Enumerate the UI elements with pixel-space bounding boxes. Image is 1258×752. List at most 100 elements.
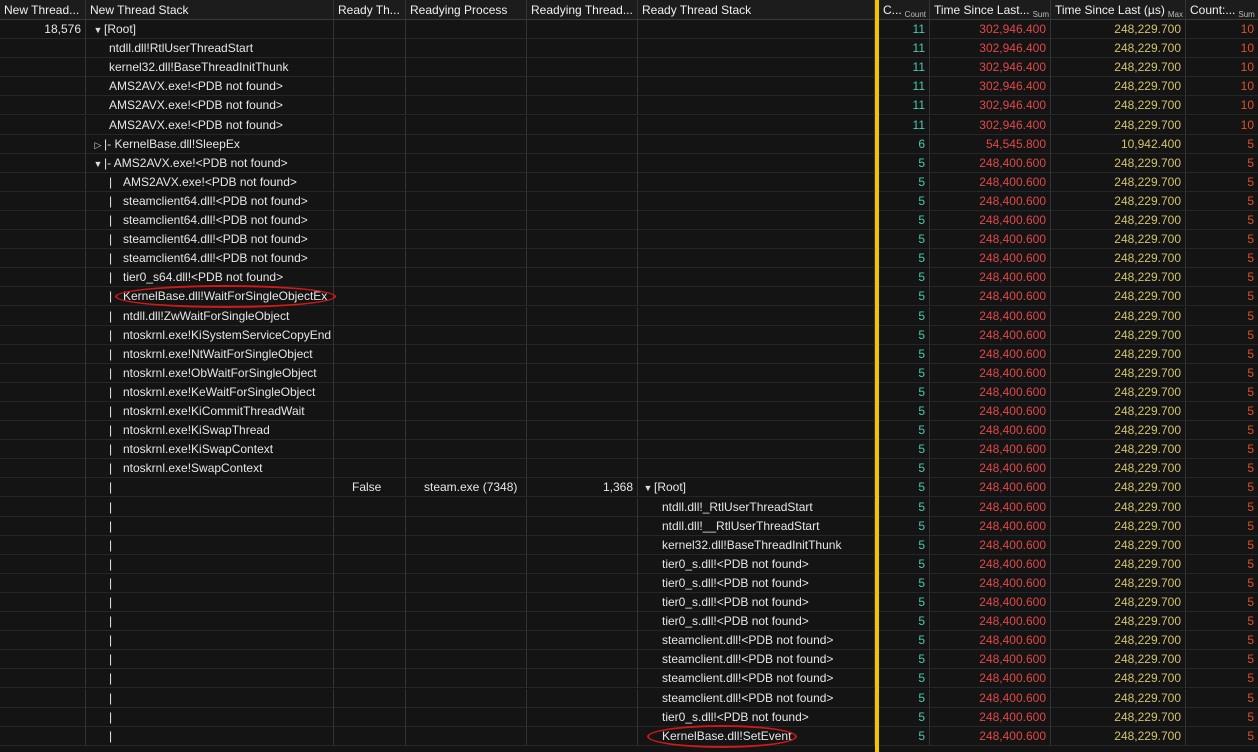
ready-thread-cell — [334, 421, 406, 441]
new-thread-stack-cell: | — [86, 535, 334, 555]
new-thread-cell — [0, 172, 86, 192]
table-row[interactable]: | KernelBase.dll!WaitForSingleObjectEx 5 24… — [0, 287, 1258, 307]
ready-thread-cell — [334, 440, 406, 460]
readying-process-cell — [406, 631, 527, 651]
table-row[interactable]: | tier0_s.dll!<PDB not found> 5 248,400.600… — [0, 593, 1258, 612]
expand-toggle-icon[interactable]: ▼ — [92, 155, 104, 172]
table-row[interactable]: | tier0_s.dll!<PDB not found> 5 248,400.600… — [0, 554, 1258, 574]
time-max-cell: 248,229.700 — [1051, 191, 1186, 211]
stack-frame-label: ntdll.dll!ZwWaitForSingleObject — [123, 308, 290, 323]
readying-process-cell — [406, 459, 527, 479]
stack-frame-label: |- AMS2AVX.exe!<PDB not found> — [104, 155, 288, 170]
table-row[interactable]: 18,576 ▼ [Root] 11 302,946.400 248,229.700 10 — [0, 20, 1258, 39]
stack-frame-label: AMS2AVX.exe!<PDB not found> — [109, 98, 283, 113]
header-ready-thread-stack[interactable]: Ready Thread Stack — [638, 0, 875, 20]
table-row[interactable]: | ntdll.dll!_RtlUserThreadStart 5 248,400.6… — [0, 497, 1258, 517]
table-row[interactable]: | AMS2AVX.exe!<PDB not found> 5 248,400.600… — [0, 172, 1258, 192]
table-row[interactable]: | tier0_s.dll!<PDB not found> 5 248,400.600… — [0, 707, 1258, 727]
ready-thread-cell — [334, 96, 406, 116]
ready-thread-stack-cell — [638, 153, 875, 173]
expand-toggle-icon[interactable]: ▼ — [92, 21, 104, 38]
table-row[interactable]: | steamclient64.dll!<PDB not found> 5 248,4… — [0, 249, 1258, 269]
table-row[interactable]: | ntoskrnl.exe!KiSwapContext 5 248,400.600 2… — [0, 440, 1258, 460]
new-thread-stack-cell: | — [86, 497, 334, 517]
header-readying-process[interactable]: Readying Process — [406, 0, 527, 20]
ready-thread-stack-cell — [638, 421, 875, 441]
stack-frame-label: AMS2AVX.exe!<PDB not found> — [109, 117, 283, 132]
table-row[interactable]: | steamclient64.dll!<PDB not found> 5 248,4… — [0, 191, 1258, 211]
count-cell: 5 — [879, 688, 930, 708]
table-row[interactable]: | ntoskrnl.exe!SwapContext 5 248,400.600 248… — [0, 459, 1258, 479]
ready-thread-cell — [334, 382, 406, 402]
table-row[interactable]: ntdll.dll!RtlUserThreadStart 11 302,946.40… — [0, 39, 1258, 59]
table-row[interactable]: | ntoskrnl.exe!KiSystemServiceCopyEnd 5 248… — [0, 325, 1258, 345]
time-sum-cell: 248,400.600 — [930, 688, 1051, 708]
collapse-toggle-icon[interactable]: ▷ — [92, 136, 104, 153]
table-row[interactable]: | steamclient64.dll!<PDB not found> 5 248,4… — [0, 230, 1258, 250]
header-count[interactable]: C... Count — [879, 0, 930, 20]
readying-process-cell — [406, 593, 527, 612]
tree-branch-line: | — [109, 728, 113, 743]
time-sum-cell: 248,400.600 — [930, 344, 1051, 364]
ready-thread-stack-cell: ▼ [Root] — [638, 478, 875, 498]
table-row[interactable]: | ntoskrnl.exe!ObWaitForSingleObject 5 248,… — [0, 363, 1258, 383]
readying-thread-cell — [527, 497, 638, 517]
table-row[interactable]: | ntdll.dll!__RtlUserThreadStart 5 248,400.… — [0, 516, 1258, 536]
ready-thread-stack-cell — [638, 96, 875, 116]
new-thread-cell — [0, 726, 86, 746]
table-row[interactable]: | steamclient64.dll!<PDB not found> 5 248,4… — [0, 211, 1258, 230]
header-time-since-last-sum[interactable]: Time Since Last... Sum — [930, 0, 1051, 20]
table-row[interactable]: AMS2AVX.exe!<PDB not found> 11 302,946.400… — [0, 115, 1258, 135]
table-row[interactable]: | steamclient.dll!<PDB not found> 5 248,400… — [0, 669, 1258, 689]
table-row[interactable]: | False steam.exe (7348) 1,368 ▼ [Root] 5 248,4… — [0, 478, 1258, 498]
table-row[interactable]: | ntoskrnl.exe!KiCommitThreadWait 5 248,400… — [0, 402, 1258, 421]
header-new-thread-stack[interactable]: New Thread Stack — [86, 0, 334, 20]
count-cell: 5 — [879, 631, 930, 651]
table-row[interactable]: kernel32.dll!BaseThreadInitThunk 11 302,94… — [0, 58, 1258, 78]
count-sum-cell: 5 — [1186, 383, 1258, 402]
table-row[interactable]: AMS2AVX.exe!<PDB not found> 11 302,946.400… — [0, 77, 1258, 97]
header-count-sum[interactable]: Count:... Sum — [1186, 0, 1258, 20]
table-row[interactable]: | tier0_s.dll!<PDB not found> 5 248,400.600… — [0, 573, 1258, 593]
header-readying-thread[interactable]: Readying Thread... — [527, 0, 638, 20]
table-row[interactable]: ▼ |- AMS2AVX.exe!<PDB not found> 5 248,400.… — [0, 153, 1258, 173]
time-max-cell: 248,229.700 — [1051, 230, 1186, 250]
table-row[interactable]: | ntoskrnl.exe!NtWaitForSingleObject 5 248,… — [0, 344, 1258, 364]
header-time-since-last-max[interactable]: Time Since Last (µs) Max — [1051, 0, 1186, 20]
time-max-cell: 248,229.700 — [1051, 669, 1186, 689]
count-sum-cell: 5 — [1186, 230, 1258, 250]
table-row[interactable]: AMS2AVX.exe!<PDB not found> 11 302,946.400… — [0, 96, 1258, 116]
ready-thread-stack-cell — [638, 344, 875, 364]
new-thread-cell — [0, 58, 86, 78]
table-row[interactable]: | ntdll.dll!ZwWaitForSingleObject 5 248,400… — [0, 306, 1258, 326]
header-new-thread[interactable]: New Thread... — [0, 0, 86, 20]
table-row[interactable]: | steamclient.dll!<PDB not found> 5 248,400… — [0, 688, 1258, 708]
readying-process-cell — [406, 554, 527, 574]
count-cell: 5 — [879, 421, 930, 441]
time-sum-cell: 248,400.600 — [930, 612, 1051, 632]
tree-branch-line: | — [109, 652, 113, 667]
table-row[interactable]: ▷ |- KernelBase.dll!SleepEx 6 54,545.800 10,… — [0, 134, 1258, 154]
pane-splitter[interactable] — [875, 0, 879, 752]
table-row[interactable]: | ntoskrnl.exe!KiSwapThread 5 248,400.600 24… — [0, 421, 1258, 441]
table-row[interactable]: | steamclient.dll!<PDB not found> 5 248,400… — [0, 631, 1258, 651]
new-thread-cell — [0, 497, 86, 517]
ready-thread-cell — [334, 268, 406, 288]
new-thread-cell — [0, 39, 86, 59]
table-row[interactable]: | ntoskrnl.exe!KeWaitForSingleObject 5 248,… — [0, 382, 1258, 402]
table-row[interactable]: | steamclient.dll!<PDB not found> 5 248,400… — [0, 650, 1258, 670]
count-cell: 5 — [879, 726, 930, 746]
expand-toggle-icon[interactable]: ▼ — [642, 479, 654, 496]
header-ready-thread[interactable]: Ready Th... — [334, 0, 406, 20]
stack-frame-label: ntoskrnl.exe!KiSwapThread — [123, 423, 270, 438]
table-row[interactable]: | tier0_s64.dll!<PDB not found> 5 248,400.6… — [0, 268, 1258, 288]
time-max-cell: 248,229.700 — [1051, 287, 1186, 307]
readying-process-cell: steam.exe (7348) — [406, 478, 527, 498]
table-row[interactable]: | KernelBase.dll!SetEvent 5 248,400.600 248,… — [0, 726, 1258, 746]
ready-stack-frame-label: kernel32.dll!BaseThreadInitThunk — [662, 537, 842, 552]
readying-thread-cell — [527, 707, 638, 727]
table-row[interactable]: | tier0_s.dll!<PDB not found> 5 248,400.600… — [0, 612, 1258, 632]
new-thread-stack-cell: ntdll.dll!RtlUserThreadStart — [86, 39, 334, 59]
ready-thread-stack-cell: ntdll.dll!__RtlUserThreadStart — [638, 516, 875, 536]
table-row[interactable]: | kernel32.dll!BaseThreadInitThunk 5 248,40… — [0, 535, 1258, 555]
